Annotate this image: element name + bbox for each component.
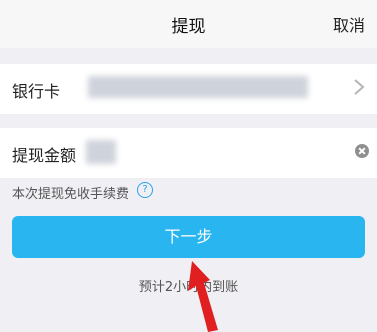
- amount-row: 提现金额: [0, 128, 377, 178]
- fee-note: 本次提现免收手续费: [12, 187, 130, 202]
- bank-card-label: 银行卡: [12, 82, 61, 101]
- page-title: 提现: [171, 17, 206, 37]
- clear-icon[interactable]: [355, 144, 369, 158]
- bank-card-row[interactable]: 银行卡: [0, 64, 377, 114]
- cancel-button[interactable]: 取消: [333, 12, 365, 36]
- header-bar: 提现 取消: [0, 0, 377, 48]
- help-icon[interactable]: ?: [137, 182, 153, 198]
- next-step-button[interactable]: 下一步: [12, 216, 365, 258]
- bank-card-value-redacted: [88, 76, 308, 98]
- annotation-arrow: [188, 261, 218, 332]
- amount-label: 提现金额: [12, 146, 77, 165]
- chevron-right-icon[interactable]: [351, 76, 367, 98]
- amount-input-redacted[interactable]: [86, 140, 116, 164]
